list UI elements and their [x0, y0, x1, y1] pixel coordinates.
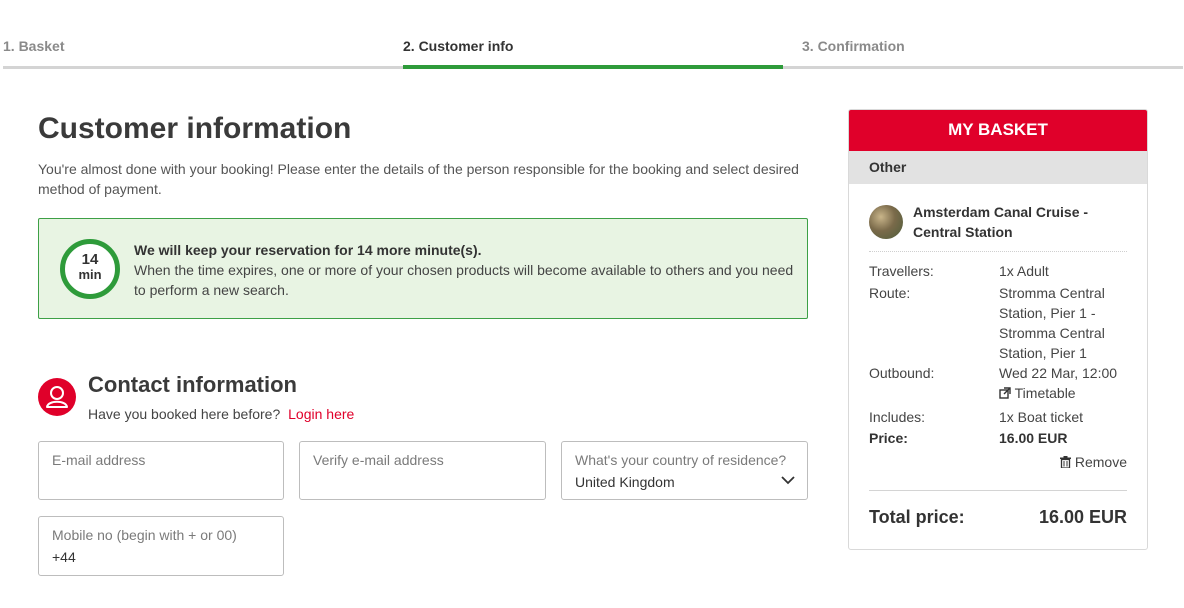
external-link-icon: [999, 387, 1011, 399]
active-step-indicator: [403, 65, 783, 69]
timetable-label: Timetable: [1014, 385, 1076, 401]
trash-icon: [1059, 456, 1071, 469]
timer-circle: 14 min: [60, 239, 120, 299]
contact-title: Contact information: [88, 372, 297, 397]
timer-body: When the time expires, one or more of yo…: [134, 262, 794, 298]
basket-title: MY BASKET: [849, 110, 1147, 151]
route-value: Stromma Central Station, Pier 1 - Stromm…: [999, 285, 1105, 361]
travellers-value: 1x Adult: [999, 263, 1049, 279]
timetable-link[interactable]: Timetable: [999, 385, 1076, 401]
country-select[interactable]: What's your country of residence? United…: [561, 441, 808, 500]
reservation-timer-box: 14 min We will keep your reservation for…: [38, 218, 808, 319]
country-label: What's your country of residence?: [575, 452, 787, 468]
remove-button[interactable]: Remove: [1059, 454, 1127, 470]
includes-value: 1x Boat ticket: [999, 409, 1084, 425]
timer-headline: We will keep your reservation for 14 mor…: [134, 242, 482, 258]
includes-label: Includes:: [869, 409, 926, 425]
total-price-value: 16.00 EUR: [1038, 507, 1127, 527]
email-field[interactable]: E-mail address: [38, 441, 284, 500]
checkout-steps: 1. Basket 2. Customer info 3. Confirmati…: [3, 0, 1183, 70]
chevron-down-icon: [781, 476, 795, 485]
outbound-value: Wed 22 Mar, 12:00: [999, 365, 1118, 381]
route-label: Route:: [869, 285, 911, 301]
basket-category: Other: [849, 151, 1147, 184]
total-price-label: Total price:: [869, 507, 965, 527]
timer-unit: min: [78, 267, 102, 282]
page-title: Customer information: [38, 112, 352, 145]
login-prompt: Have you booked here before? Login here: [88, 406, 354, 422]
verify-email-placeholder: Verify e-mail address: [313, 452, 444, 468]
verify-email-field[interactable]: Verify e-mail address: [299, 441, 546, 500]
product-name: Amsterdam Canal Cruise - Central Station: [913, 204, 1089, 240]
basket-divider: [869, 490, 1127, 491]
timer-minutes: 14: [81, 251, 99, 268]
remove-label: Remove: [1074, 454, 1127, 470]
price-value: 16.00 EUR: [999, 430, 1068, 446]
country-value: United Kingdom: [575, 474, 675, 490]
mobile-value: +44: [52, 549, 76, 565]
basket-panel: MY BASKET Other Amsterdam Canal Cruise -…: [848, 109, 1148, 550]
login-link[interactable]: Login here: [288, 406, 354, 422]
mobile-label: Mobile no (begin with + or 00): [52, 527, 237, 543]
outbound-label: Outbound:: [869, 365, 935, 381]
product-thumbnail: [869, 205, 903, 239]
intro-text: You're almost done with your booking! Pl…: [38, 161, 799, 197]
step-confirmation: 3. Confirmation: [802, 38, 905, 54]
step-basket[interactable]: 1. Basket: [3, 38, 64, 54]
price-label: Price:: [869, 430, 908, 446]
travellers-label: Travellers:: [869, 263, 934, 279]
booked-before-question: Have you booked here before?: [88, 406, 281, 422]
mobile-field[interactable]: Mobile no (begin with + or 00) +44: [38, 516, 284, 576]
email-placeholder: E-mail address: [52, 452, 146, 468]
basket-product: Amsterdam Canal Cruise - Central Station: [869, 202, 1127, 252]
timer-message: We will keep your reservation for 14 mor…: [134, 240, 794, 300]
step-customer-info: 2. Customer info: [403, 38, 514, 54]
user-icon: [38, 378, 76, 416]
